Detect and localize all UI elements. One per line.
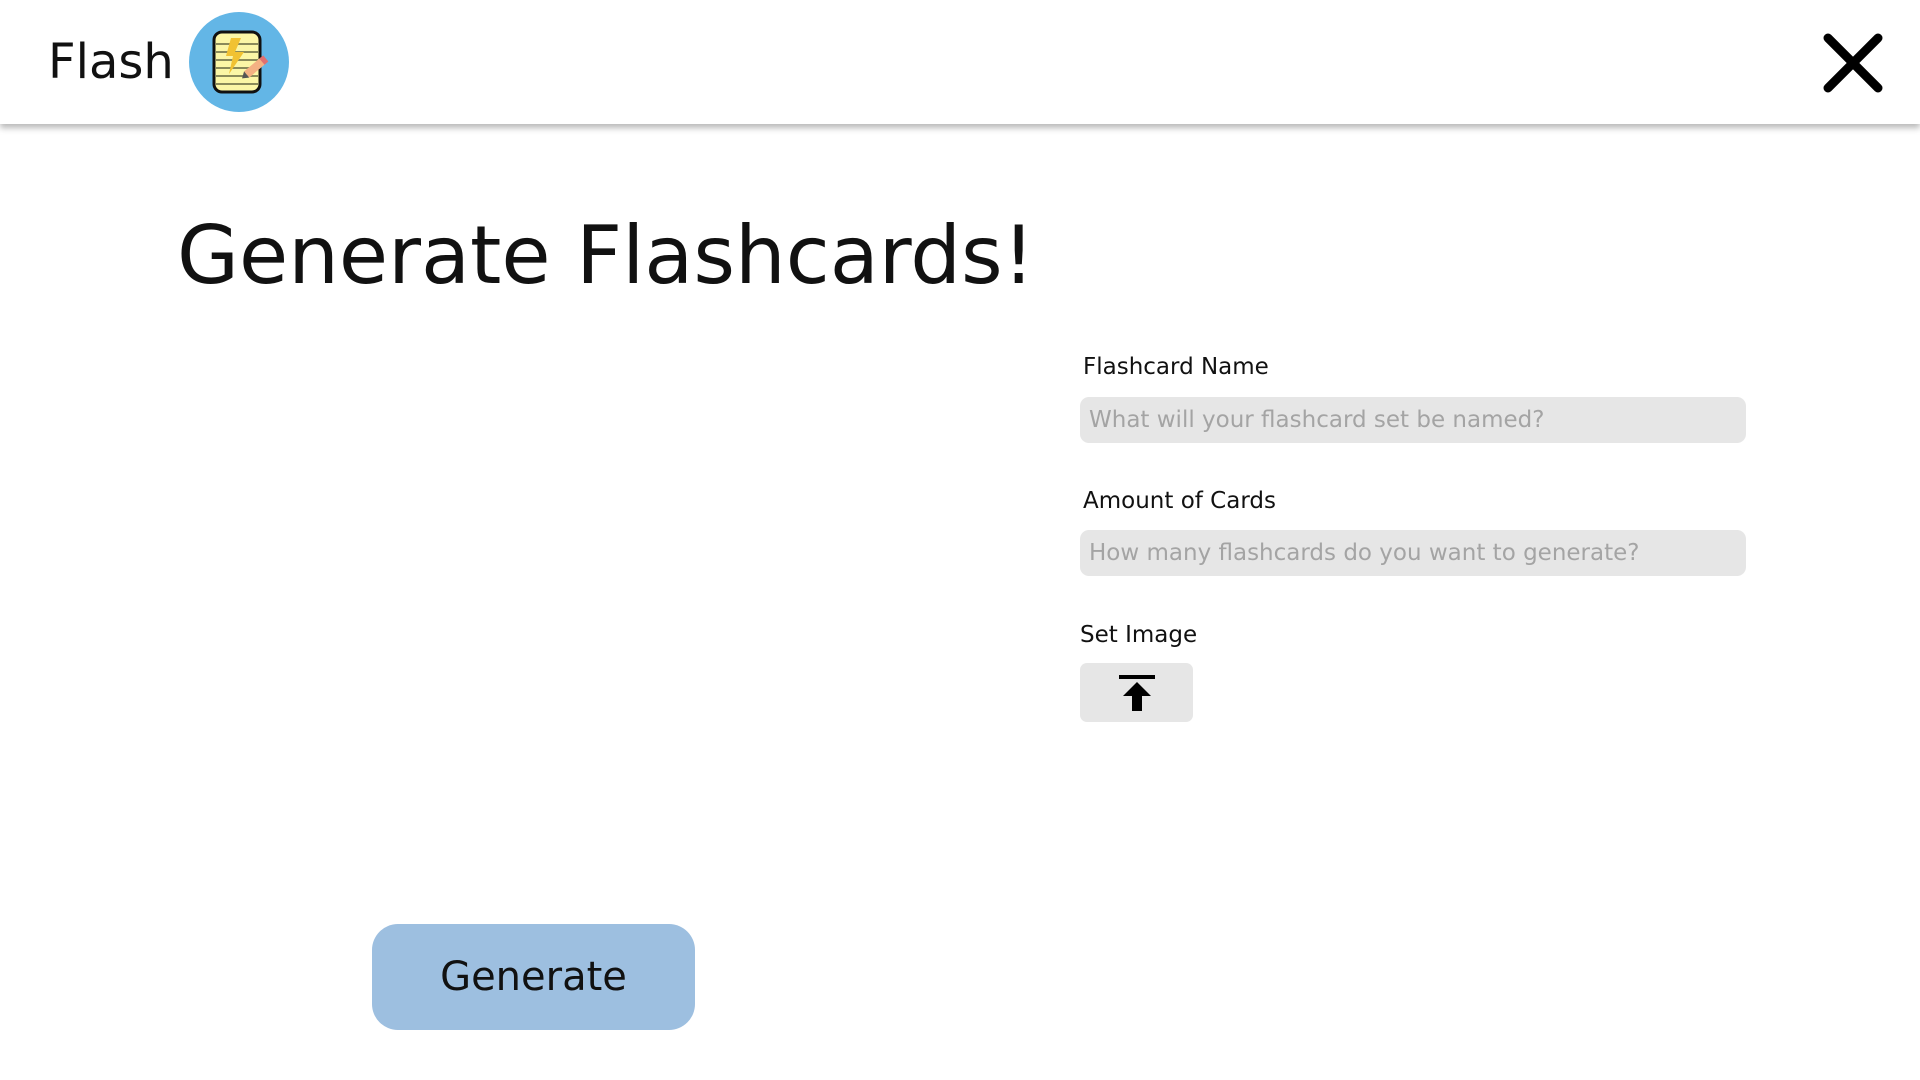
app-header: Flash [0,0,1920,124]
amount-of-cards-input[interactable] [1080,530,1746,576]
upload-icon [1118,674,1155,711]
flashcard-name-input[interactable] [1080,397,1746,443]
notepad-lightning-icon [189,12,289,112]
flashcard-name-label: Flashcard Name [1083,354,1269,380]
amount-of-cards-label: Amount of Cards [1083,488,1276,514]
set-image-label: Set Image [1080,622,1198,648]
generate-button[interactable]: Generate [372,924,695,1030]
page-title: Generate Flashcards! [177,209,1035,302]
upload-image-button[interactable] [1080,663,1193,722]
close-icon[interactable] [1820,30,1886,96]
app-name: Flash [48,34,174,90]
